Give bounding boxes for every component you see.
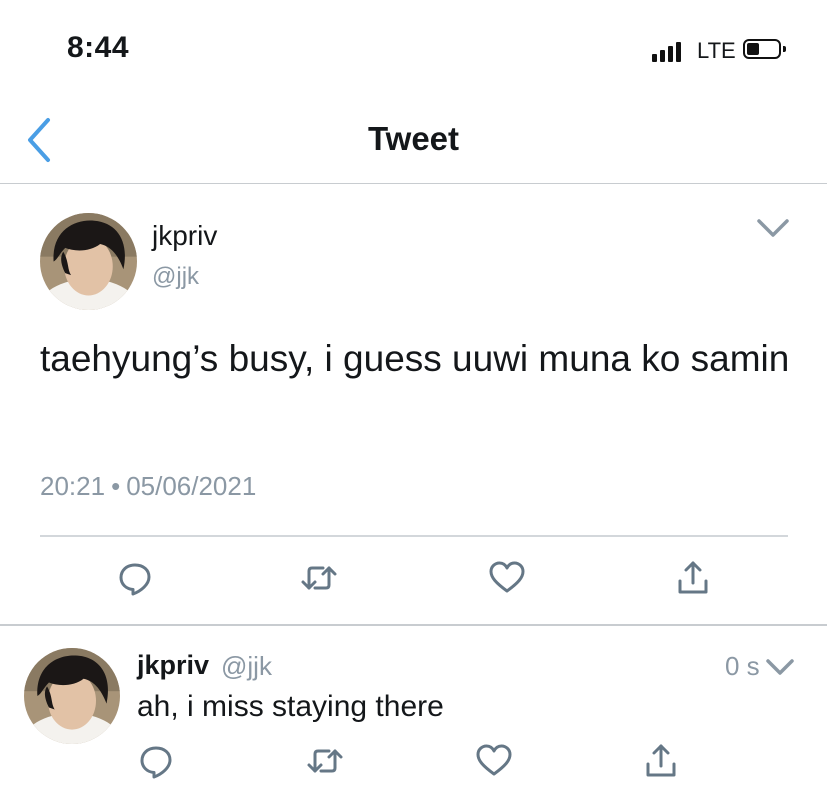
tweet-text: taehyung’s busy, i guess uuwi muna ko sa… xyxy=(40,338,790,379)
reply-actions xyxy=(0,741,827,781)
reply-author-name[interactable]: jkpriv xyxy=(137,650,209,681)
divider xyxy=(0,624,827,626)
share-button[interactable] xyxy=(673,558,713,598)
like-icon xyxy=(487,558,527,598)
like-button[interactable] xyxy=(487,558,527,598)
retweet-icon xyxy=(299,558,339,598)
share-icon xyxy=(673,558,713,598)
tweet-menu-button[interactable] xyxy=(755,215,791,243)
tweet-timestamp: 20:21 • 05/06/2021 xyxy=(40,471,256,502)
reply-icon xyxy=(136,741,176,781)
tweet-date: 05/06/2021 xyxy=(126,471,257,501)
tweet-time: 20:21 xyxy=(40,471,106,501)
reply-menu-button[interactable] xyxy=(764,656,796,680)
author-handle[interactable]: @jjk xyxy=(152,263,199,291)
avatar[interactable] xyxy=(24,648,120,744)
retweet-button[interactable] xyxy=(305,741,345,781)
like-icon xyxy=(474,741,514,781)
reply-button[interactable] xyxy=(115,558,155,598)
retweet-icon xyxy=(305,741,345,781)
network-type: LTE xyxy=(697,38,736,63)
chevron-down-icon xyxy=(766,659,794,675)
reply-time: 0 s xyxy=(725,651,760,681)
divider xyxy=(40,535,788,537)
reply-icon xyxy=(115,558,155,598)
signal-icon xyxy=(652,40,688,62)
retweet-button[interactable] xyxy=(299,558,339,598)
reply-button[interactable] xyxy=(136,741,176,781)
like-button[interactable] xyxy=(474,741,514,781)
reply-author-handle[interactable]: @jjk xyxy=(221,651,272,682)
author-name[interactable]: jkpriv xyxy=(152,220,217,252)
nav-bar: Tweet xyxy=(0,100,827,184)
reply-text: ah, i miss staying there xyxy=(137,690,444,723)
status-bar: 8:44 LTE xyxy=(0,0,827,100)
battery-icon xyxy=(743,39,786,59)
share-icon xyxy=(641,741,681,781)
avatar[interactable] xyxy=(40,213,137,310)
chevron-down-icon xyxy=(757,219,789,237)
share-button[interactable] xyxy=(641,741,681,781)
status-time: 8:44 xyxy=(67,31,130,64)
tweet-actions xyxy=(0,558,827,598)
meta-separator: • xyxy=(111,471,121,501)
page-title: Tweet xyxy=(367,120,460,157)
